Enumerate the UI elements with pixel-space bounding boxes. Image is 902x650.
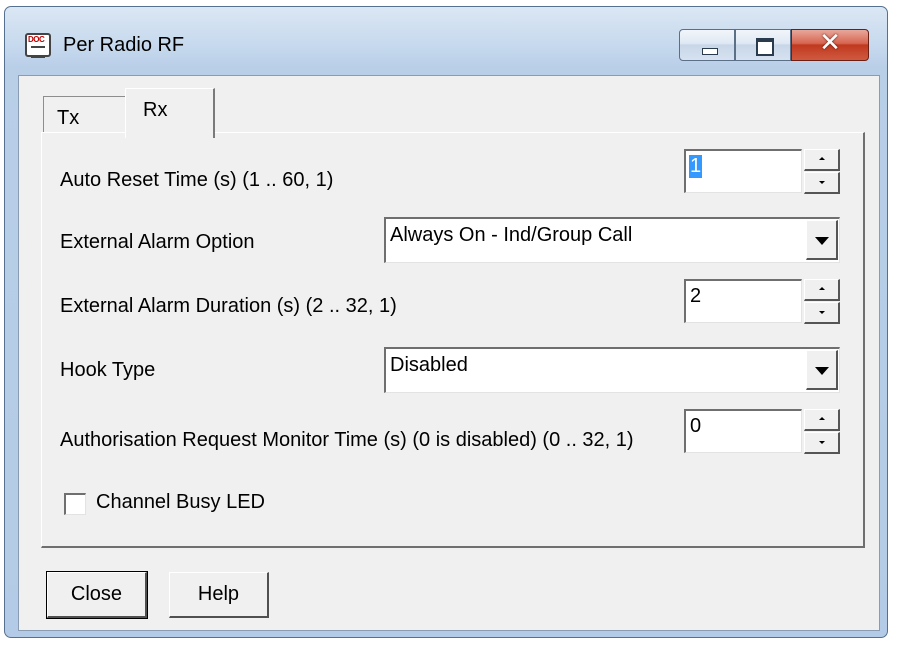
close-button[interactable]: Close xyxy=(46,571,148,619)
arrow-down-icon xyxy=(819,441,825,444)
ext-alarm-duration-input[interactable]: 2 xyxy=(684,279,802,323)
auto-reset-spinner xyxy=(804,149,840,195)
auto-reset-input[interactable]: 1 xyxy=(684,149,802,193)
document-icon[interactable]: DOC xyxy=(25,33,51,58)
tab-tx[interactable]: Tx xyxy=(43,96,127,134)
auto-reset-label: Auto Reset Time (s) (1 .. 60, 1) xyxy=(60,169,334,191)
maximize-button[interactable] xyxy=(735,29,791,61)
ext-alarm-duration-down-button[interactable] xyxy=(804,302,840,324)
rx-tab-panel: Auto Reset Time (s) (1 .. 60, 1) 1 Exter… xyxy=(41,132,865,548)
ext-alarm-duration-label: External Alarm Duration (s) (2 .. 32, 1) xyxy=(60,295,397,317)
hook-type-label: Hook Type xyxy=(60,359,156,381)
maximize-icon xyxy=(756,38,774,56)
channel-busy-led-label[interactable]: Channel Busy LED xyxy=(96,491,265,514)
ext-alarm-option-value: Always On - Ind/Group Call xyxy=(390,224,633,246)
tab-tx-label: Tx xyxy=(57,107,80,129)
ext-alarm-duration-up-button[interactable] xyxy=(804,279,840,301)
auth-monitor-value: 0 xyxy=(690,415,702,437)
auto-reset-up-button[interactable] xyxy=(804,149,840,171)
dialog-window: DOC Per Radio RF ✕ Tx Rx Auto Reset Time… xyxy=(4,6,888,638)
arrow-down-icon xyxy=(819,311,825,314)
auto-reset-down-button[interactable] xyxy=(804,172,840,194)
minimize-button[interactable] xyxy=(679,29,735,61)
ext-alarm-duration-value: 2 xyxy=(690,285,702,307)
document-icon-text: DOC xyxy=(28,35,45,44)
close-window-button[interactable]: ✕ xyxy=(791,28,869,61)
auth-monitor-spinner xyxy=(804,409,840,455)
window-title: Per Radio RF xyxy=(63,34,185,56)
tab-rx-label: Rx xyxy=(143,99,168,121)
arrow-up-icon xyxy=(819,157,825,160)
ext-alarm-option-select[interactable]: Always On - Ind/Group Call xyxy=(384,217,840,263)
minimize-icon xyxy=(702,48,718,55)
ext-alarm-duration-spinner xyxy=(804,279,840,325)
ext-alarm-option-dropdown-button[interactable] xyxy=(806,220,838,260)
arrow-up-icon xyxy=(819,417,825,420)
chevron-down-icon xyxy=(815,367,829,375)
auth-monitor-up-button[interactable] xyxy=(804,409,840,431)
hook-type-value: Disabled xyxy=(390,354,468,376)
dialog-client-area: Tx Rx Auto Reset Time (s) (1 .. 60, 1) 1… xyxy=(18,75,880,631)
hook-type-dropdown-button[interactable] xyxy=(806,350,838,390)
ext-alarm-option-label: External Alarm Option xyxy=(60,231,255,253)
close-icon: ✕ xyxy=(819,28,841,58)
auth-monitor-label: Authorisation Request Monitor Time (s) (… xyxy=(60,429,634,451)
chevron-down-icon xyxy=(815,237,829,245)
auth-monitor-down-button[interactable] xyxy=(804,432,840,454)
title-bar[interactable]: DOC Per Radio RF ✕ xyxy=(5,7,887,77)
help-button[interactable]: Help xyxy=(169,572,269,618)
auto-reset-value: 1 xyxy=(689,155,703,178)
arrow-down-icon xyxy=(819,181,825,184)
tab-rx[interactable]: Rx xyxy=(125,88,215,138)
arrow-up-icon xyxy=(819,287,825,290)
auth-monitor-input[interactable]: 0 xyxy=(684,409,802,453)
channel-busy-led-checkbox[interactable] xyxy=(64,493,86,515)
hook-type-select[interactable]: Disabled xyxy=(384,347,840,393)
